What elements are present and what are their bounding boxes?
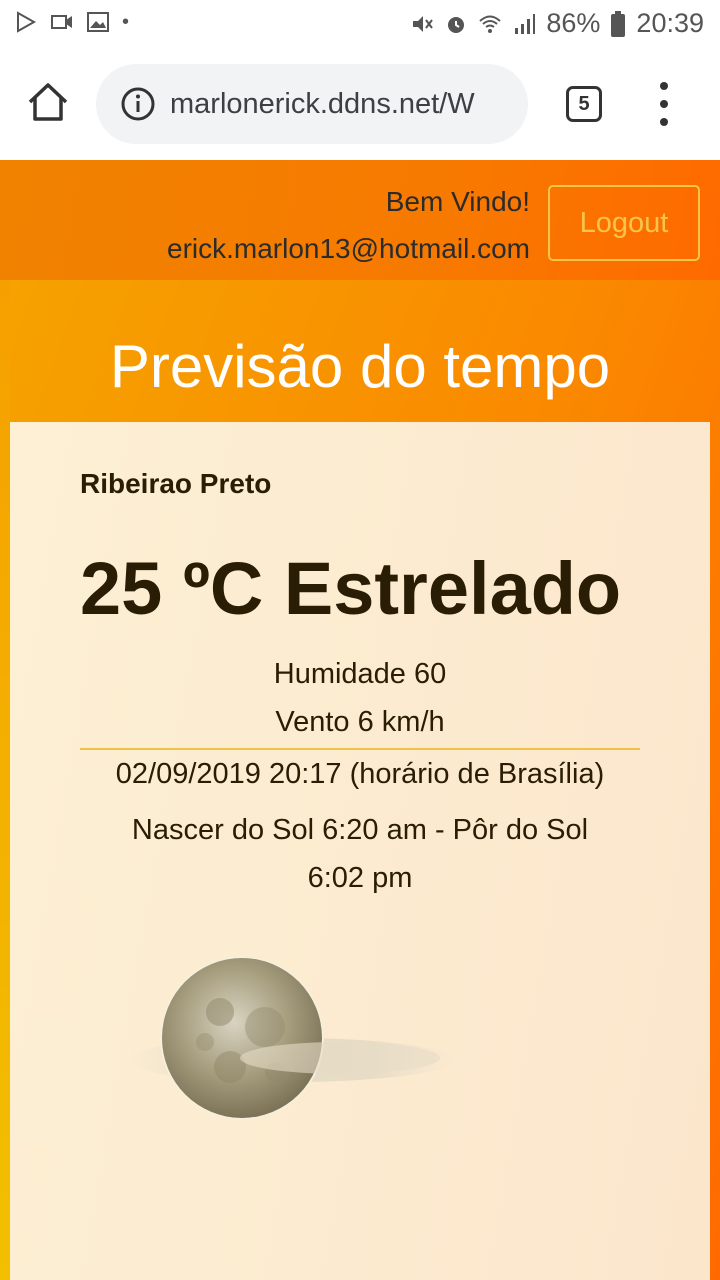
clock: 20:39: [636, 8, 704, 38]
status-bar: • 86% 20:39: [0, 0, 720, 52]
mute-icon: [413, 15, 434, 32]
battery-icon: [611, 10, 626, 37]
weather-card: Ribeirao Preto 25 ºC Estrelado Humidade …: [10, 422, 710, 1280]
status-left-icons: •: [14, 10, 129, 34]
humidity: Humidade 60: [273, 658, 447, 690]
url-bar[interactable]: marlonerick.ddns.net/W: [96, 64, 528, 144]
info-icon[interactable]: [120, 86, 156, 122]
welcome-block: Bem Vindo! erick.marlon13@hotmail.com: [167, 178, 530, 272]
web-page: Bem Vindo! erick.marlon13@hotmail.com Lo…: [0, 160, 720, 1280]
sunrise-sunset: Nascer do Sol 6:20 am - Pôr do Sol 6:02 …: [131, 814, 589, 894]
welcome-greeting: Bem Vindo!: [385, 186, 530, 217]
observation-datetime: 02/09/2019 20:17 (horário de Brasília): [115, 758, 605, 790]
user-email: erick.marlon13@hotmail.com: [167, 233, 530, 264]
status-right-icons: 86% 20:39: [410, 8, 704, 39]
play-store-icon: [17, 11, 37, 33]
temperature-condition: 25 ºC Estrelado: [80, 547, 622, 630]
url-text[interactable]: marlonerick.ddns.net/W: [170, 88, 528, 121]
alarm-icon: [448, 16, 465, 33]
page-left-edge: [0, 280, 10, 1280]
browser-toolbar: marlonerick.ddns.net/W 5: [0, 52, 720, 160]
overflow-menu-icon[interactable]: [650, 82, 678, 126]
battery-percent: 86%: [546, 8, 601, 38]
wind-speed: Vento 6 km/h: [275, 706, 445, 738]
city-name: Ribeirao Preto: [80, 468, 272, 499]
moon-cloud-icon: [125, 956, 455, 1120]
logout-button[interactable]: Logout: [548, 185, 700, 261]
divider: [80, 748, 640, 750]
home-icon[interactable]: [26, 80, 70, 124]
page-title: Previsão do tempo: [109, 333, 611, 400]
notification-dot-icon: •: [122, 10, 130, 33]
video-call-icon: [51, 15, 72, 29]
image-icon: [87, 12, 109, 32]
signal-icon: [515, 13, 536, 34]
tab-switcher-button[interactable]: 5: [566, 86, 602, 122]
wifi-icon: [479, 15, 502, 33]
